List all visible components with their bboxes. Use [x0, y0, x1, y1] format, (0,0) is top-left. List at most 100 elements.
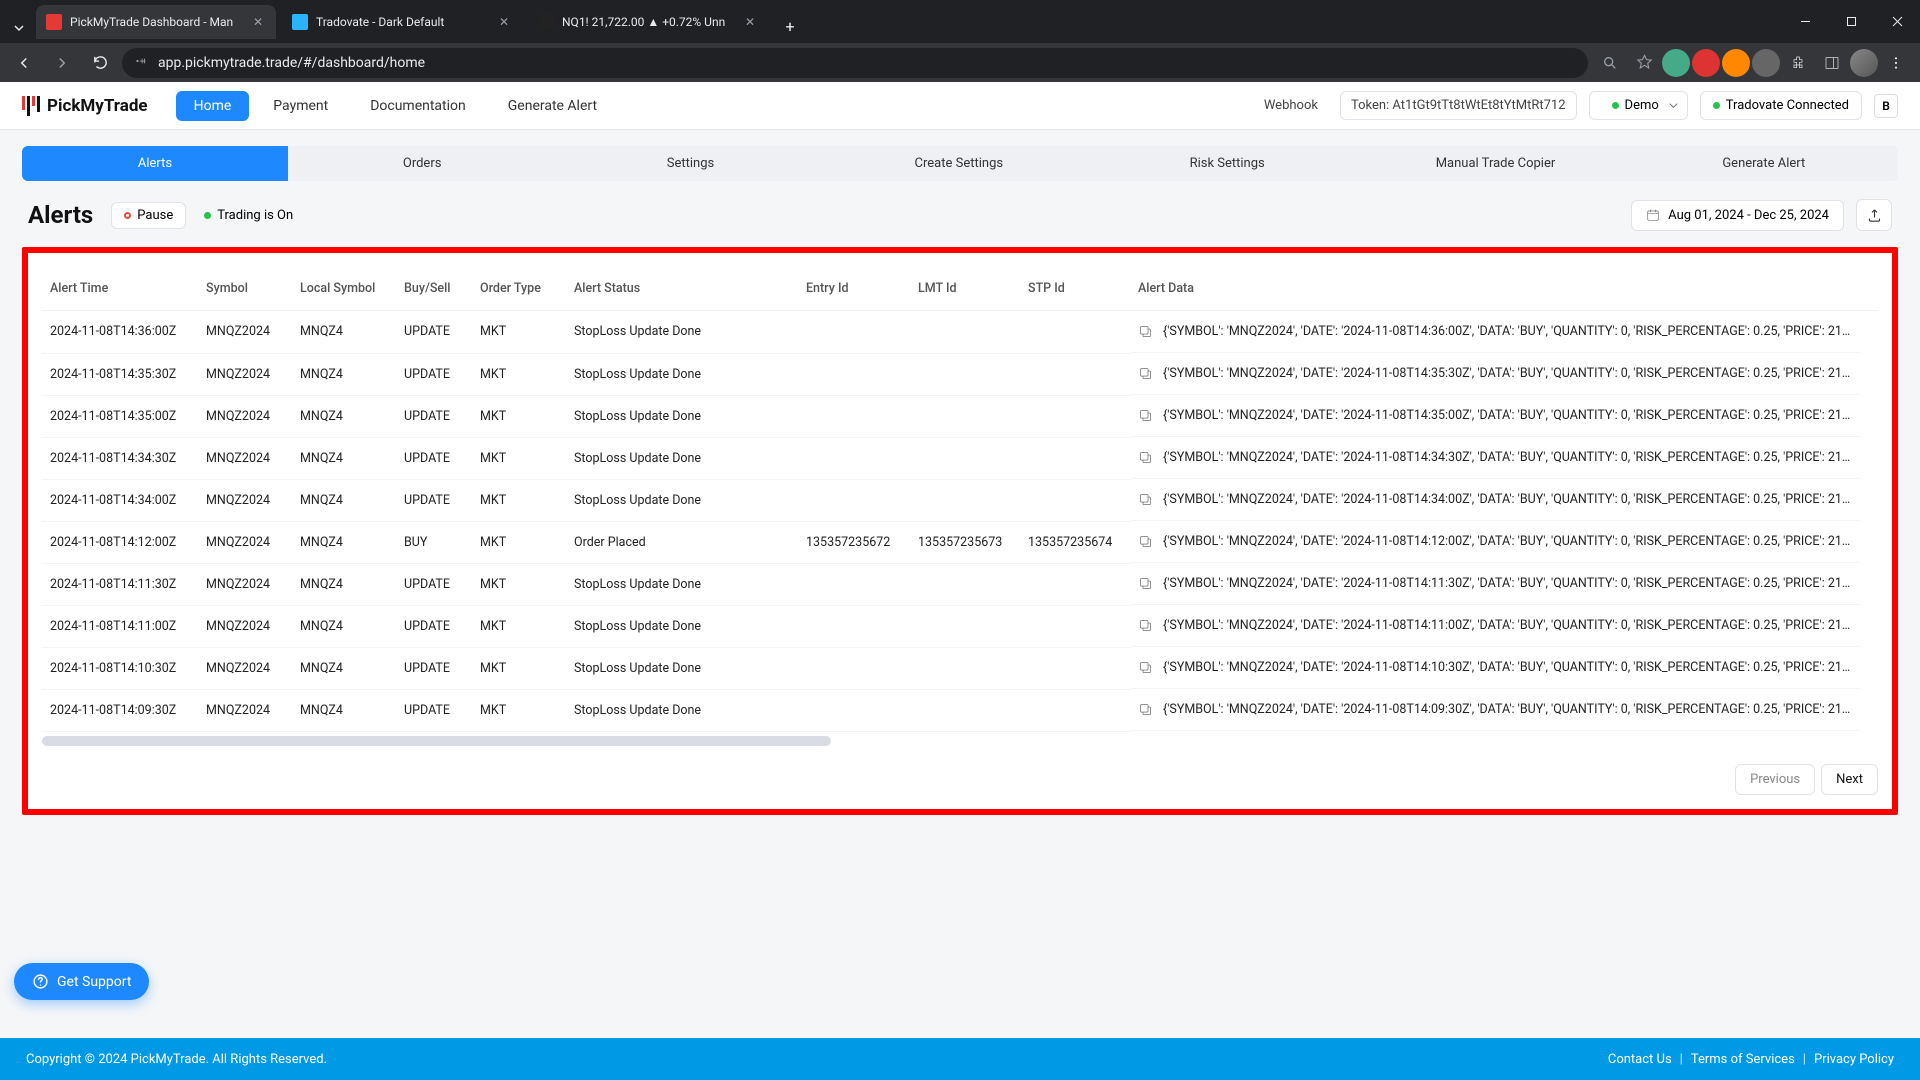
cell-local-symbol: MNQZ4 — [292, 647, 396, 689]
cell-alert-data: {'SYMBOL': 'MNQZ2024', 'DATE': '2024-11-… — [1130, 605, 1860, 647]
minimize-button[interactable] — [1782, 6, 1828, 38]
close-tab-button[interactable]: ✕ — [496, 14, 512, 30]
column-header[interactable]: Buy/Sell — [396, 271, 472, 311]
date-range-picker[interactable]: Aug 01, 2024 - Dec 25, 2024 — [1631, 200, 1844, 231]
browser-tab[interactable]: Tradovate - Dark Default✕ — [282, 5, 522, 39]
bookmark-icon[interactable] — [1628, 47, 1660, 79]
menu-button[interactable] — [1880, 47, 1912, 79]
nav-item-documentation[interactable]: Documentation — [352, 91, 484, 121]
copy-icon[interactable] — [1138, 618, 1153, 633]
footer-link[interactable]: Terms of Services — [1691, 1052, 1795, 1067]
cell-lmt-id — [910, 395, 1020, 437]
footer-link[interactable]: Privacy Policy — [1814, 1052, 1894, 1067]
omnibox[interactable]: app.pickmytrade.trade/#/dashboard/home — [122, 48, 1588, 78]
nav-item-home[interactable]: Home — [176, 91, 250, 121]
status-dot-icon — [1612, 102, 1619, 109]
reload-button[interactable] — [84, 47, 116, 79]
column-header[interactable]: Alert Data — [1130, 271, 1878, 311]
copy-icon[interactable] — [1138, 576, 1153, 591]
page-title: Alerts — [28, 201, 93, 229]
footer-link[interactable]: Contact Us — [1608, 1052, 1672, 1067]
column-header[interactable]: Order Type — [472, 271, 566, 311]
next-button[interactable]: Next — [1821, 764, 1878, 795]
footer-links: Contact Us|Terms of Services|Privacy Pol… — [1608, 1052, 1894, 1067]
url-text: app.pickmytrade.trade/#/dashboard/home — [158, 55, 425, 71]
maximize-button[interactable] — [1828, 6, 1874, 38]
table-row[interactable]: 2024-11-08T14:34:00ZMNQZ2024MNQZ4UPDATEM… — [42, 479, 1878, 521]
copy-icon[interactable] — [1138, 366, 1153, 381]
cell-time: 2024-11-08T14:09:30Z — [42, 689, 198, 731]
cell-local-symbol: MNQZ4 — [292, 311, 396, 354]
forward-button[interactable] — [46, 47, 78, 79]
get-support-button[interactable]: Get Support — [14, 963, 149, 1000]
token-display[interactable]: Token: At1tGt9tTt8tWtEt8tYtMtRt712 — [1340, 91, 1577, 120]
table-row[interactable]: 2024-11-08T14:11:00ZMNQZ2024MNQZ4UPDATEM… — [42, 605, 1878, 647]
subtab-orders[interactable]: Orders — [288, 146, 556, 181]
browser-tab[interactable]: PickMyTrade Dashboard - Man✕ — [36, 5, 276, 39]
subtab-settings[interactable]: Settings — [556, 146, 824, 181]
table-row[interactable]: 2024-11-08T14:09:30ZMNQZ2024MNQZ4UPDATEM… — [42, 689, 1878, 731]
column-header[interactable]: Alert Status — [566, 271, 798, 311]
horizontal-scrollbar[interactable] — [42, 736, 831, 746]
subtab-risk-settings[interactable]: Risk Settings — [1093, 146, 1361, 181]
subtab-alerts[interactable]: Alerts — [22, 146, 288, 181]
cell-status: StopLoss Update Done — [566, 647, 798, 689]
cell-status: StopLoss Update Done — [566, 563, 798, 605]
table-row[interactable]: 2024-11-08T14:36:00ZMNQZ2024MNQZ4UPDATEM… — [42, 311, 1878, 354]
zoom-icon[interactable] — [1594, 47, 1626, 79]
column-header[interactable]: Alert Time — [42, 271, 198, 311]
close-tab-button[interactable]: ✕ — [742, 14, 758, 30]
cell-alert-data: {'SYMBOL': 'MNQZ2024', 'DATE': '2024-11-… — [1130, 689, 1860, 731]
cell-lmt-id — [910, 437, 1020, 479]
account-mode-select[interactable]: Demo — [1589, 91, 1688, 120]
side-panel-button[interactable] — [1816, 47, 1848, 79]
copy-icon[interactable] — [1138, 450, 1153, 465]
pagination: Previous Next — [42, 764, 1878, 795]
cell-alert-data: {'SYMBOL': 'MNQZ2024', 'DATE': '2024-11-… — [1130, 563, 1860, 605]
profile-avatar[interactable] — [1850, 49, 1878, 77]
user-avatar[interactable]: B — [1874, 94, 1898, 118]
back-button[interactable] — [8, 47, 40, 79]
extension-icon[interactable] — [1752, 49, 1780, 77]
close-tab-button[interactable]: ✕ — [250, 14, 266, 30]
table-row[interactable]: 2024-11-08T14:11:30ZMNQZ2024MNQZ4UPDATEM… — [42, 563, 1878, 605]
table-row[interactable]: 2024-11-08T14:34:30ZMNQZ2024MNQZ4UPDATEM… — [42, 437, 1878, 479]
subtab-generate-alert[interactable]: Generate Alert — [1630, 146, 1898, 181]
column-header[interactable]: Symbol — [198, 271, 292, 311]
column-header[interactable]: STP Id — [1020, 271, 1130, 311]
copy-icon[interactable] — [1138, 702, 1153, 717]
table-row[interactable]: 2024-11-08T14:35:00ZMNQZ2024MNQZ4UPDATEM… — [42, 395, 1878, 437]
close-window-button[interactable] — [1874, 6, 1920, 38]
webhook-link[interactable]: Webhook — [1254, 93, 1328, 118]
new-tab-button[interactable]: + — [776, 12, 804, 40]
column-header[interactable]: Local Symbol — [292, 271, 396, 311]
column-header[interactable]: Entry Id — [798, 271, 910, 311]
subtab-create-settings[interactable]: Create Settings — [825, 146, 1093, 181]
extension-icon[interactable] — [1662, 49, 1690, 77]
pause-button[interactable]: Pause — [111, 202, 186, 229]
trading-status: Trading is On — [204, 208, 293, 223]
table-row[interactable]: 2024-11-08T14:12:00ZMNQZ2024MNQZ4BUYMKTO… — [42, 521, 1878, 563]
extension-icon[interactable] — [1722, 49, 1750, 77]
nav-item-payment[interactable]: Payment — [255, 91, 346, 121]
extensions-button[interactable] — [1782, 47, 1814, 79]
copy-icon[interactable] — [1138, 534, 1153, 549]
extension-icon[interactable] — [1692, 49, 1720, 77]
copy-icon[interactable] — [1138, 660, 1153, 675]
table-row[interactable]: 2024-11-08T14:10:30ZMNQZ2024MNQZ4UPDATEM… — [42, 647, 1878, 689]
table-row[interactable]: 2024-11-08T14:35:30ZMNQZ2024MNQZ4UPDATEM… — [42, 353, 1878, 395]
subtab-manual-trade-copier[interactable]: Manual Trade Copier — [1361, 146, 1629, 181]
tab-search-icon[interactable] — [8, 17, 30, 39]
export-button[interactable] — [1856, 199, 1892, 231]
nav-item-generate-alert[interactable]: Generate Alert — [490, 91, 615, 121]
copy-icon[interactable] — [1138, 408, 1153, 423]
browser-tab[interactable]: NQ1! 21,722.00 ▲ +0.72% Unn✕ — [528, 5, 768, 39]
previous-button[interactable]: Previous — [1735, 764, 1815, 795]
column-header[interactable]: LMT Id — [910, 271, 1020, 311]
logo[interactable]: PickMyTrade — [22, 96, 148, 116]
site-info-icon[interactable] — [134, 54, 148, 72]
cell-symbol: MNQZ2024 — [198, 605, 292, 647]
cell-time: 2024-11-08T14:35:00Z — [42, 395, 198, 437]
copy-icon[interactable] — [1138, 492, 1153, 507]
copy-icon[interactable] — [1138, 324, 1153, 339]
